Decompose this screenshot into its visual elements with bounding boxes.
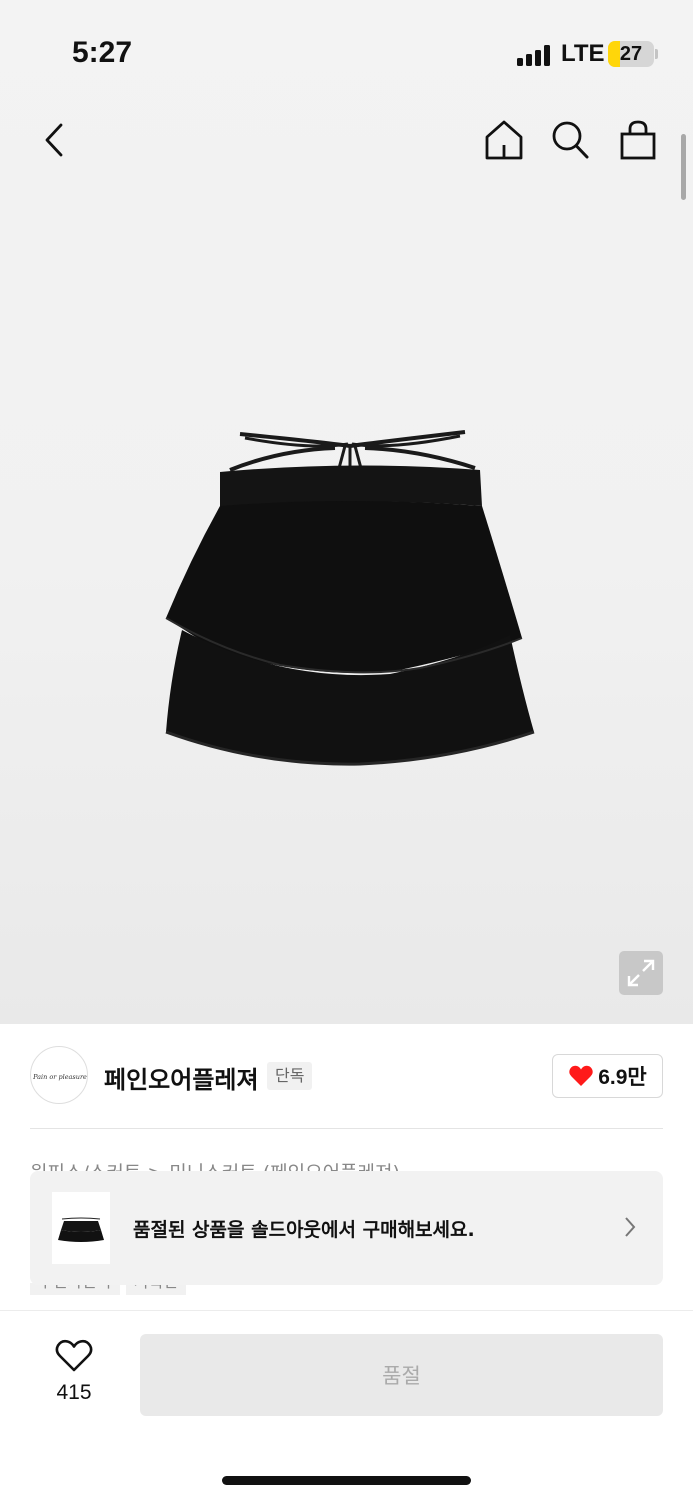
heart-outline-icon — [55, 1339, 93, 1372]
brand-name[interactable]: 페인오어플레져 — [104, 1060, 259, 1095]
home-button[interactable] — [482, 117, 526, 163]
battery-level: 27 — [619, 43, 643, 65]
category-breadcrumb[interactable]: 원피스/스커트 > 미니스커트 (페인오어플레져) — [30, 1158, 400, 1171]
home-indicator[interactable] — [222, 1476, 471, 1485]
bottom-action-bar: 415 품절 — [0, 1310, 693, 1500]
brand-logo-text: Pain or pleasure — [32, 1073, 87, 1081]
product-image-area[interactable]: 5:27 LTE 27 — [0, 0, 693, 1024]
brand-like-count: 6.9만 — [598, 1066, 647, 1089]
brand-like-button[interactable]: 6.9만 — [552, 1054, 663, 1098]
brand-logo[interactable]: Pain or pleasure — [30, 1046, 88, 1104]
cart-button[interactable] — [616, 117, 660, 163]
search-icon — [552, 121, 589, 159]
network-type: LTE — [561, 40, 605, 67]
home-icon — [485, 120, 523, 160]
expand-icon — [627, 959, 655, 987]
banner-message: 품절된 상품을 솔드아웃에서 구매해보세요. — [133, 1219, 475, 1241]
divider — [30, 1128, 663, 1129]
exclusive-badge: 단독 — [267, 1062, 313, 1090]
scroll-indicator — [681, 134, 686, 200]
search-button[interactable] — [548, 117, 592, 163]
product-photo — [165, 430, 535, 766]
chevron-left-icon — [45, 123, 63, 157]
wishlist-count: 415 — [56, 1381, 92, 1404]
brand-row[interactable]: Pain or pleasure 페인오어플레져 단독 6.9만 — [30, 1046, 663, 1106]
banner-thumbnail — [52, 1192, 110, 1264]
soldout-buy-button[interactable]: 품절 — [140, 1334, 663, 1416]
status-bar: 5:27 LTE 27 — [0, 0, 693, 100]
wishlist-button[interactable]: 415 — [44, 1339, 104, 1405]
expand-image-button[interactable] — [619, 951, 663, 995]
shopping-bag-icon — [620, 120, 656, 160]
chevron-right-icon — [625, 1217, 636, 1237]
soldout-banner[interactable]: 품절된 상품을 솔드아웃에서 구매해보세요. — [30, 1171, 663, 1285]
battery-icon: 27 — [608, 41, 654, 67]
status-time: 5:27 — [72, 36, 133, 69]
signal-icon — [517, 44, 555, 66]
back-button[interactable] — [34, 118, 74, 162]
heart-filled-icon — [569, 1065, 593, 1086]
battery-tip — [655, 49, 658, 59]
